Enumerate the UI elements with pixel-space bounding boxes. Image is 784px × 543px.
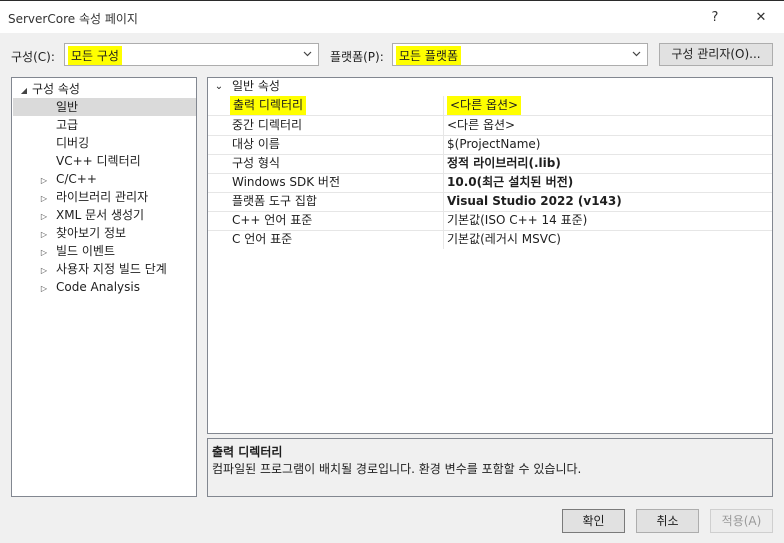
- grid-row-c-standard[interactable]: C 언어 표준 기본값(레거시 MSVC): [208, 230, 772, 249]
- column-separator: [443, 173, 444, 192]
- tree-item-debugging[interactable]: 디버깅: [56, 134, 89, 152]
- property-value[interactable]: 기본값(ISO C++ 14 표준): [447, 211, 587, 230]
- property-grid: ⌄ 일반 속성 출력 디렉터리 <다른 옵션> 중간 디렉터리 <다른 옵션> …: [207, 77, 773, 434]
- ok-button[interactable]: 확인: [562, 509, 625, 533]
- property-name: 구성 형식: [232, 156, 280, 170]
- column-separator: [443, 116, 444, 135]
- config-label: 구성(C):: [11, 50, 55, 64]
- property-name: Windows SDK 버전: [232, 175, 341, 189]
- apply-button[interactable]: 적용(A): [710, 509, 773, 533]
- grid-row-target-name[interactable]: 대상 이름 $(ProjectName): [208, 135, 772, 155]
- tree-item-browse-info[interactable]: ▷ 찾아보기 정보: [38, 224, 126, 242]
- platform-combo[interactable]: 모든 플랫폼: [392, 43, 648, 66]
- property-name: 대상 이름: [232, 137, 280, 151]
- tree-item-label: 사용자 지정 빌드 단계: [56, 262, 167, 276]
- tree-item-label: XML 문서 생성기: [56, 208, 145, 222]
- config-combo-value: 모든 구성: [68, 46, 122, 65]
- property-name: C 언어 표준: [232, 232, 293, 246]
- column-separator: [443, 135, 444, 154]
- tree-root[interactable]: ◢ 구성 속성: [18, 80, 80, 98]
- close-button[interactable]: ✕: [748, 7, 774, 29]
- tree-item-label: VC++ 디렉터리: [56, 154, 141, 168]
- property-value[interactable]: $(ProjectName): [447, 135, 540, 154]
- grid-row-intermediate-dir[interactable]: 중간 디렉터리 <다른 옵션>: [208, 116, 772, 136]
- column-separator: [443, 211, 444, 230]
- tree-item-label: 디버깅: [56, 136, 90, 150]
- tree-item-vc-directories[interactable]: VC++ 디렉터리: [56, 152, 141, 170]
- grid-row-platform-toolset[interactable]: 플랫폼 도구 집합 Visual Studio 2022 (v143): [208, 192, 772, 212]
- tree-item-general[interactable]: 일반: [13, 98, 196, 116]
- tree-item-label: 고급: [56, 118, 79, 132]
- property-name: 출력 디렉터리: [230, 96, 307, 115]
- help-button[interactable]: ?: [702, 7, 728, 29]
- grid-row-sdk-version[interactable]: Windows SDK 버전 10.0(최근 설치된 버전): [208, 173, 772, 193]
- tree-item-label: 일반: [56, 100, 79, 114]
- chevron-down-icon: [632, 51, 641, 57]
- tree-item-label: C/C++: [56, 172, 97, 186]
- property-name: 플랫폼 도구 집합: [232, 194, 317, 208]
- description-panel: 출력 디렉터리 컴파일된 프로그램이 배치될 경로입니다. 환경 변수를 포함할…: [207, 438, 773, 497]
- config-combo[interactable]: 모든 구성: [64, 43, 319, 66]
- property-name: C++ 언어 표준: [232, 213, 313, 227]
- platform-combo-value: 모든 플랫폼: [396, 46, 462, 65]
- config-manager-button[interactable]: 구성 관리자(O)...: [659, 43, 773, 66]
- grid-row-output-dir[interactable]: 출력 디렉터리 <다른 옵션>: [208, 96, 772, 116]
- column-separator: [443, 154, 444, 173]
- property-value[interactable]: Visual Studio 2022 (v143): [447, 192, 622, 211]
- tree-item-xml-doc[interactable]: ▷ XML 문서 생성기: [38, 206, 144, 224]
- grid-category[interactable]: ⌄ 일반 속성: [208, 78, 772, 95]
- column-separator: [443, 192, 444, 211]
- tree-item-label: Code Analysis: [56, 280, 140, 294]
- tree-item-librarian[interactable]: ▷ 라이브러리 관리자: [38, 188, 148, 206]
- cancel-button[interactable]: 취소: [636, 509, 699, 533]
- tree-item-c-cpp[interactable]: ▷ C/C++: [38, 170, 97, 188]
- tree-root-label: 구성 속성: [32, 82, 80, 96]
- tree-item-code-analysis[interactable]: ▷ Code Analysis: [38, 278, 140, 296]
- property-value[interactable]: <다른 옵션>: [447, 96, 522, 115]
- tree-item-custom-build[interactable]: ▷ 사용자 지정 빌드 단계: [38, 260, 167, 278]
- tree-item-advanced[interactable]: 고급: [56, 116, 78, 134]
- grid-row-cpp-standard[interactable]: C++ 언어 표준 기본값(ISO C++ 14 표준): [208, 211, 772, 231]
- grid-category-label: 일반 속성: [232, 79, 280, 93]
- tree-item-label: 찾아보기 정보: [56, 226, 127, 240]
- description-title: 출력 디렉터리: [212, 445, 283, 459]
- title-bar: ServerCore 속성 페이지 ? ✕: [0, 0, 784, 33]
- property-name: 중간 디렉터리: [232, 118, 303, 132]
- tree-item-label: 빌드 이벤트: [56, 244, 116, 258]
- platform-label: 플랫폼(P):: [330, 50, 384, 64]
- column-separator: [443, 96, 444, 115]
- chevron-down-icon: ⌄: [214, 81, 224, 92]
- grid-row-config-type[interactable]: 구성 형식 정적 라이브러리(.lib): [208, 154, 772, 174]
- tree-item-label: 라이브러리 관리자: [56, 190, 149, 204]
- tree-item-build-events[interactable]: ▷ 빌드 이벤트: [38, 242, 115, 260]
- collapsed-triangle-icon: ▷: [40, 284, 48, 293]
- window-title: ServerCore 속성 페이지: [8, 12, 138, 26]
- description-text: 컴파일된 프로그램이 배치될 경로입니다. 환경 변수를 포함할 수 있습니다.: [212, 462, 582, 476]
- chevron-down-icon: [303, 51, 312, 57]
- property-value[interactable]: 10.0(최근 설치된 버전): [447, 173, 573, 192]
- column-separator: [443, 230, 444, 249]
- property-tree: ◢ 구성 속성 일반 고급 디버깅 VC++ 디렉터리 ▷ C/C++ ▷ 라이브러리…: [11, 77, 197, 497]
- property-value[interactable]: 정적 라이브러리(.lib): [447, 154, 561, 173]
- property-value[interactable]: <다른 옵션>: [447, 116, 515, 135]
- property-value[interactable]: 기본값(레거시 MSVC): [447, 230, 561, 249]
